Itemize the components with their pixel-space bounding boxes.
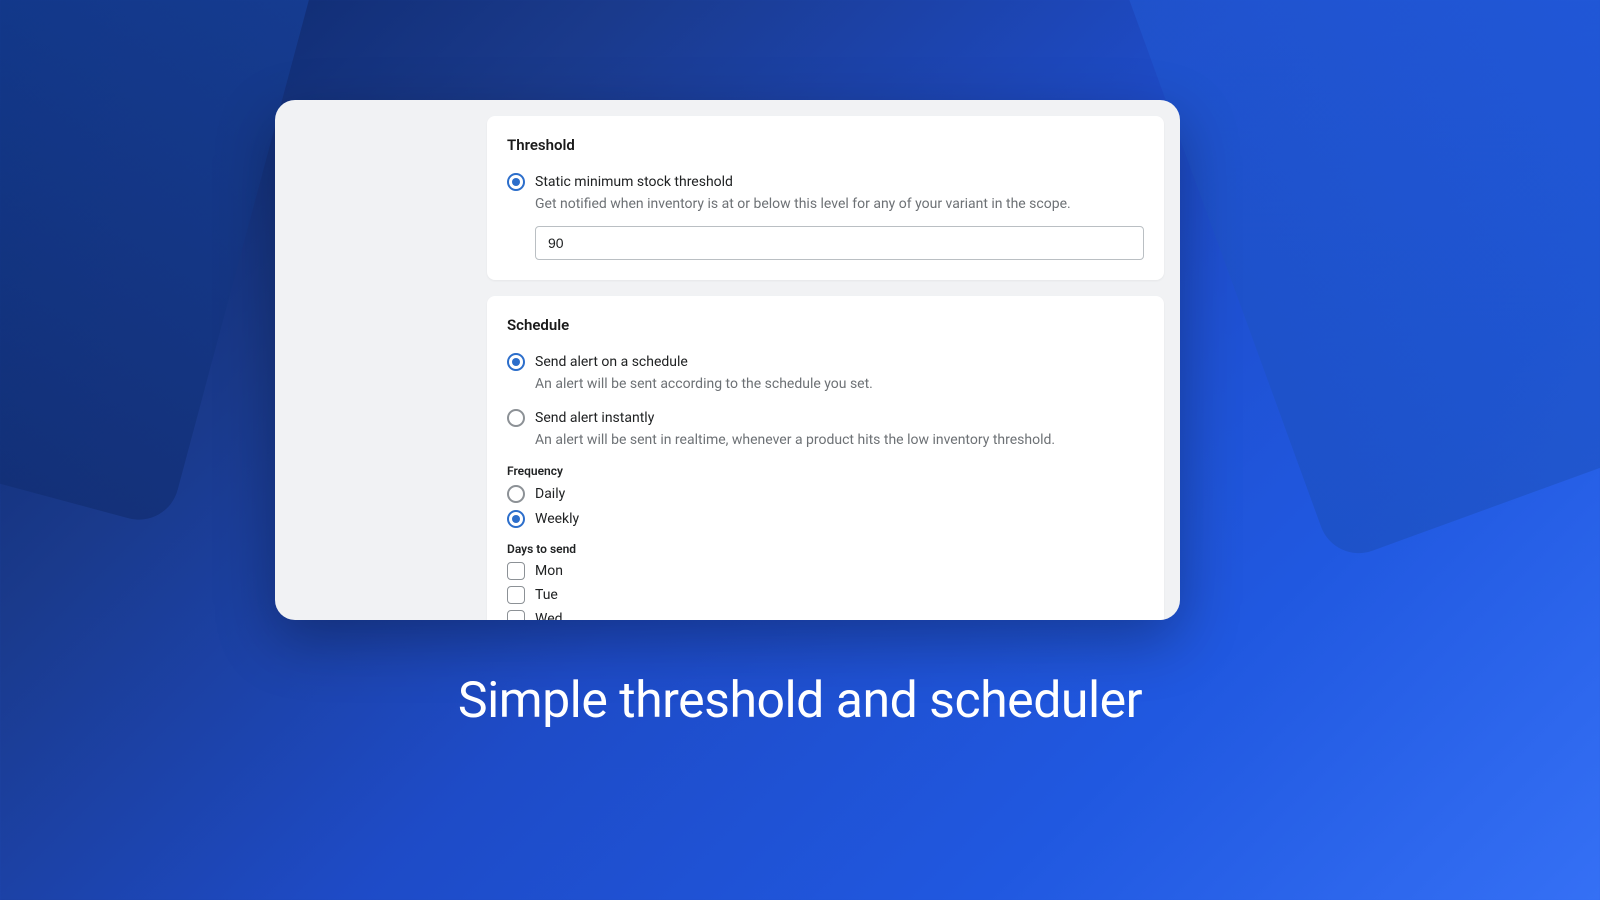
app-window: Threshold Static minimum stock threshold… [275,100,1180,620]
schedule-instant-content: Send alert instantly An alert will be se… [535,408,1144,450]
checkbox-icon[interactable] [507,562,525,580]
radio-icon[interactable] [507,353,525,371]
schedule-scheduled-label: Send alert on a schedule [535,352,1144,372]
radio-icon[interactable] [507,409,525,427]
marketing-tagline: Simple threshold and scheduler [0,672,1600,730]
schedule-instant-option[interactable]: Send alert instantly An alert will be se… [507,408,1144,450]
threshold-title: Threshold [507,136,1144,154]
threshold-value-input[interactable] [535,226,1144,260]
schedule-instant-description: An alert will be sent in realtime, whene… [535,430,1144,450]
threshold-static-option[interactable]: Static minimum stock threshold Get notif… [507,172,1144,214]
schedule-scheduled-content: Send alert on a schedule An alert will b… [535,352,1144,394]
threshold-option-description: Get notified when inventory is at or bel… [535,194,1144,214]
schedule-instant-label: Send alert instantly [535,408,1144,428]
days-to-send-label: Days to send [507,542,1144,556]
radio-icon[interactable] [507,485,525,503]
schedule-title: Schedule [507,316,1144,334]
threshold-option-label: Static minimum stock threshold [535,172,1144,192]
checkbox-icon[interactable] [507,586,525,604]
frequency-daily-label: Daily [535,486,565,502]
schedule-scheduled-option[interactable]: Send alert on a schedule An alert will b… [507,352,1144,394]
frequency-daily-option[interactable]: Daily [507,484,1144,503]
threshold-input-wrapper [535,226,1144,260]
radio-icon[interactable] [507,173,525,191]
day-tue-label: Tue [535,587,558,603]
threshold-card: Threshold Static minimum stock threshold… [487,116,1164,280]
frequency-weekly-option[interactable]: Weekly [507,509,1144,528]
day-mon-label: Mon [535,563,563,579]
frequency-weekly-label: Weekly [535,511,579,527]
checkbox-icon[interactable] [507,610,525,620]
threshold-option-content: Static minimum stock threshold Get notif… [535,172,1144,214]
day-wed-label: Wed [535,611,563,620]
day-wed-option[interactable]: Wed [507,610,1144,620]
schedule-card: Schedule Send alert on a schedule An ale… [487,296,1164,620]
schedule-scheduled-description: An alert will be sent according to the s… [535,374,1144,394]
day-tue-option[interactable]: Tue [507,586,1144,604]
frequency-label: Frequency [507,464,1144,478]
day-mon-option[interactable]: Mon [507,562,1144,580]
radio-icon[interactable] [507,510,525,528]
